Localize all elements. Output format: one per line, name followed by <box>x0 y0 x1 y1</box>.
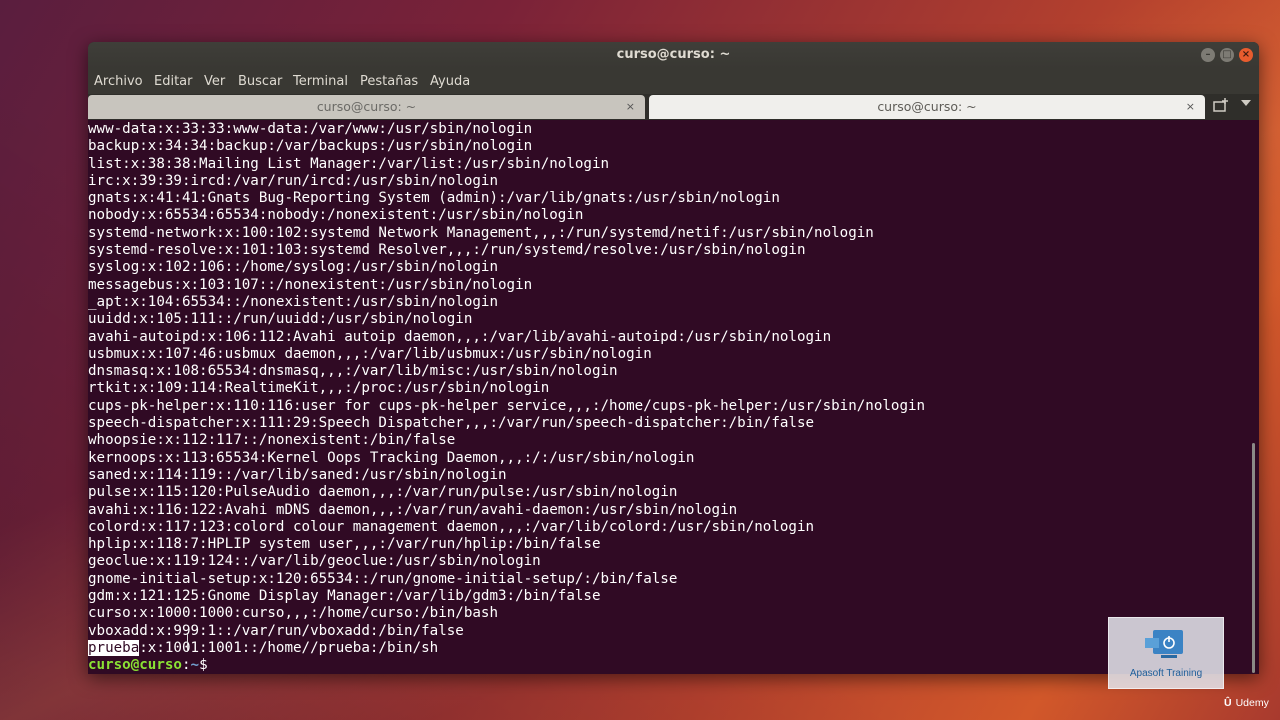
terminal-line: colord:x:117:123:colord colour managemen… <box>88 518 815 535</box>
terminal-window: curso@curso: ~ – □ × Archivo Editar Ver … <box>88 42 1259 674</box>
terminal-line: irc:x:39:39:ircd:/var/run/ircd:/usr/sbin… <box>88 172 498 189</box>
terminal-line: kernoops:x:113:65534:Kernel Oops Trackin… <box>88 449 695 466</box>
terminal-line: messagebus:x:103:107::/nonexistent:/usr/… <box>88 276 533 293</box>
terminal-line: gnome-initial-setup:x:120:65534::/run/gn… <box>88 570 678 587</box>
terminal-line: list:x:38:38:Mailing List Manager:/var/l… <box>88 155 610 172</box>
prompt-user: curso@curso <box>88 657 182 674</box>
terminal-line: pulse:x:115:120:PulseAudio daemon,,,:/va… <box>88 484 678 501</box>
tab-2-label: curso@curso: ~ <box>877 99 977 114</box>
udemy-logo-icon: Û <box>1224 697 1232 709</box>
tab-bar: curso@curso: ~ × curso@curso: ~ × <box>88 94 1259 120</box>
apasoft-logo-icon <box>1145 630 1183 658</box>
apasoft-watermark: Apasoft Training <box>1108 617 1224 689</box>
terminal-line: www-data:x:33:33:www-data:/var/www:/usr/… <box>88 121 533 137</box>
terminal-lines: www-data:x:33:33:www-data:/var/www:/usr/… <box>88 121 925 674</box>
terminal-line-selected: prueba:x:1001:1001::/home//prueba:/bin/s… <box>88 639 925 657</box>
terminal-line: gdm:x:121:125:Gnome Display Manager:/var… <box>88 588 601 605</box>
menu-terminal[interactable]: Terminal <box>293 74 348 89</box>
selected-line-rest: :x:1001:1001::/home//prueba:/bin/sh <box>139 639 439 656</box>
terminal-line: hplip:x:118:7:HPLIP system user,,,:/var/… <box>88 536 601 553</box>
text-selection: prueba <box>88 639 140 656</box>
menu-buscar[interactable]: Buscar <box>238 74 282 89</box>
terminal-line: dnsmasq:x:108:65534:dnsmasq,,,:/var/lib/… <box>88 363 618 380</box>
prompt-separator: : <box>181 657 191 674</box>
tab-2[interactable]: curso@curso: ~ × <box>649 95 1205 119</box>
shell-prompt[interactable]: curso@curso:~$ <box>88 657 925 674</box>
maximize-button[interactable]: □ <box>1220 48 1234 62</box>
terminal-line: vboxadd:x:999:1::/var/run/vboxadd:/bin/f… <box>88 622 464 639</box>
terminal-line: systemd-resolve:x:101:103:systemd Resolv… <box>88 242 806 259</box>
menu-editar[interactable]: Editar <box>154 74 193 89</box>
terminal-line: backup:x:34:34:backup:/var/backups:/usr/… <box>88 138 533 155</box>
menu-ayuda[interactable]: Ayuda <box>430 74 470 89</box>
terminal-line: avahi:x:116:122:Avahi mDNS daemon,,,:/va… <box>88 501 738 518</box>
terminal-line: _apt:x:104:65534::/nonexistent:/usr/sbin… <box>88 293 498 310</box>
close-button[interactable]: × <box>1239 48 1253 62</box>
terminal-line: uuidd:x:105:111::/run/uuidd:/usr/sbin/no… <box>88 311 473 328</box>
terminal-line: curso:x:1000:1000:curso,,,:/home/curso:/… <box>88 605 498 622</box>
minimize-button[interactable]: – <box>1201 48 1215 62</box>
udemy-branding: Û Udemy <box>1224 697 1269 709</box>
terminal-line: whoopsie:x:112:117::/nonexistent:/bin/fa… <box>88 432 456 449</box>
mouse-ibeam-cursor-icon <box>187 634 188 652</box>
menu-pestanas[interactable]: Pestañas <box>360 74 418 89</box>
terminal-line: usbmux:x:107:46:usbmux daemon,,,:/var/li… <box>88 345 652 362</box>
terminal-line: speech-dispatcher:x:111:29:Speech Dispat… <box>88 415 815 432</box>
terminal-line: rtkit:x:109:114:RealtimeKit,,,:/proc:/us… <box>88 380 550 397</box>
terminal-line: avahi-autoipd:x:106:112:Avahi autoip dae… <box>88 328 832 345</box>
menu-archivo[interactable]: Archivo <box>94 74 143 89</box>
menu-ver[interactable]: Ver <box>204 74 225 89</box>
tab-menu-chevron-down-icon[interactable] <box>1241 100 1251 106</box>
prompt-symbol: $ <box>199 657 208 674</box>
watermark-text: Apasoft Training <box>1129 668 1203 679</box>
tab-1[interactable]: curso@curso: ~ × <box>88 95 645 119</box>
window-title: curso@curso: ~ <box>616 47 731 62</box>
tab-1-close-icon[interactable]: × <box>626 95 635 119</box>
terminal-line: nobody:x:65534:65534:nobody:/nonexistent… <box>88 207 584 224</box>
tab-1-label: curso@curso: ~ <box>316 99 417 114</box>
terminal-line: systemd-network:x:100:102:systemd Networ… <box>88 224 874 241</box>
tab-2-close-icon[interactable]: × <box>1186 95 1195 119</box>
terminal-output[interactable]: www-data:x:33:33:www-data:/var/www:/usr/… <box>88 121 1259 674</box>
prompt-path: ~ <box>190 657 200 674</box>
terminal-line: saned:x:114:119::/var/lib/saned:/usr/sbi… <box>88 466 507 483</box>
menubar: Archivo Editar Ver Buscar Terminal Pesta… <box>88 68 1259 94</box>
terminal-line: geoclue:x:119:124::/var/lib/geoclue:/usr… <box>88 553 541 570</box>
udemy-text: Udemy <box>1235 697 1269 709</box>
terminal-line: gnats:x:41:41:Gnats Bug-Reporting System… <box>88 190 780 207</box>
terminal-scrollbar[interactable] <box>1252 443 1255 673</box>
terminal-line: cups-pk-helper:x:110:116:user for cups-p… <box>88 397 926 414</box>
window-titlebar[interactable]: curso@curso: ~ – □ × <box>88 42 1259 68</box>
terminal-line: syslog:x:102:106::/home/syslog:/usr/sbin… <box>88 259 498 276</box>
new-tab-icon[interactable] <box>1213 98 1229 116</box>
